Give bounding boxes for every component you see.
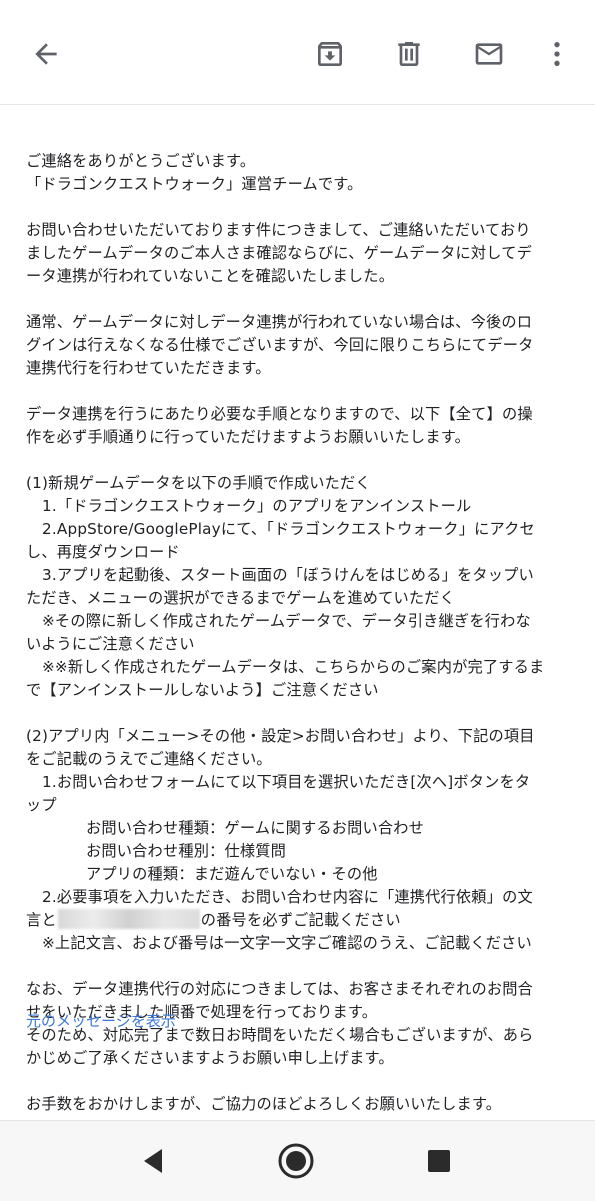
email-body: ご連絡をありがとうございます。 「ドラゴンクエストウォーク」運営チームです。 お…: [26, 150, 572, 1139]
system-navigation-bar: [0, 1120, 595, 1201]
back-button[interactable]: [22, 30, 70, 78]
view-original-message-link[interactable]: 元のメッセージを表示: [26, 1010, 176, 1031]
archive-icon: [318, 42, 342, 66]
mark-unread-button[interactable]: [465, 30, 513, 78]
arrow-back-icon: [35, 43, 57, 65]
nav-back-triangle-icon: [144, 1149, 162, 1173]
nav-back-button[interactable]: [131, 1139, 175, 1183]
trash-icon: [398, 42, 420, 66]
nav-home-circle-icon: [278, 1143, 314, 1179]
mail-icon: [475, 43, 503, 65]
nav-home-button[interactable]: [274, 1139, 318, 1183]
section-2-contact-form: (2)アプリ内「メニュー>その他・設定>お問い合わせ」より、下記の項目 をご記載…: [26, 727, 535, 952]
redacted-text: [57, 909, 200, 929]
instructions-intro: データ連携を行うにあたり必要な手順となりますので、以下【全て】の操 作を必ず手順…: [26, 405, 533, 446]
delete-button[interactable]: [385, 30, 433, 78]
archive-button[interactable]: [306, 30, 354, 78]
more-vertical-icon: [554, 42, 560, 66]
email-toolbar: [0, 0, 595, 105]
more-options-button[interactable]: [533, 30, 581, 78]
greeting-paragraph: ご連絡をありがとうございます。 「ドラゴンクエストウォーク」運営チームです。: [26, 152, 363, 193]
closing-paragraph: お手数をおかけしますが、ご協力のほどよろしくお願いいたします。: [26, 1095, 502, 1113]
nav-recents-button[interactable]: [417, 1139, 461, 1183]
policy-paragraph: 通常、ゲームデータに対しデータ連携が行われていない場合は、今後のロ グインは行え…: [26, 313, 534, 377]
section-1-new-game-data: (1)新規ゲームデータを以下の手順で作成いただく 1.「ドラゴンクエストウォーク…: [26, 474, 545, 699]
confirmation-paragraph: お問い合わせいただいております件につきまして、ご連絡いただいており ましたゲーム…: [26, 221, 532, 285]
nav-recents-square-icon: [428, 1150, 450, 1172]
